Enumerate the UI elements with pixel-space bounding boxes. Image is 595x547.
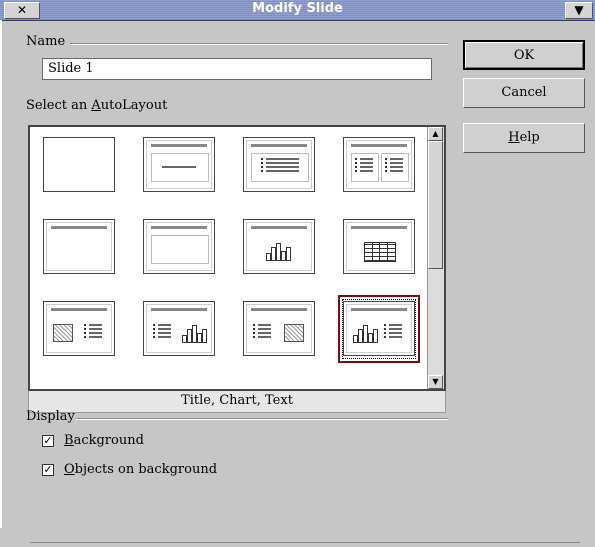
autolayout-list[interactable]: ▲ ▼ [28, 125, 446, 391]
layout-option-blank[interactable] [30, 127, 116, 203]
name-group-divider [70, 43, 448, 45]
display-group-label: Display [26, 409, 75, 424]
ok-button[interactable]: OK [463, 40, 585, 70]
cancel-button[interactable]: Cancel [463, 78, 585, 108]
vertical-scrollbar[interactable]: ▲ ▼ [427, 127, 444, 389]
selected-layout-caption: Title, Chart, Text [28, 391, 446, 413]
layout-thumbnail [43, 137, 115, 192]
layout-thumbnail [343, 219, 415, 274]
arrow-down-icon: ▼ [432, 377, 439, 386]
layout-option-title-chart[interactable] [230, 209, 316, 285]
arrow-up-icon: ▲ [432, 129, 439, 138]
help-button[interactable]: Help [463, 123, 585, 153]
scroll-up-button[interactable]: ▲ [428, 127, 443, 141]
layout-option-title-text-chart[interactable] [130, 291, 216, 367]
layout-option-title-only[interactable] [30, 209, 116, 285]
scroll-thumb[interactable] [428, 141, 443, 269]
autolayout-grid [30, 127, 428, 389]
window-title: Modify Slide [252, 1, 343, 16]
window-menu-button[interactable]: ▼ [565, 2, 593, 19]
layout-option-title-subtitle[interactable] [130, 127, 216, 203]
objects-on-background-checkbox-row[interactable]: ✓ Objects on background [42, 462, 262, 478]
bottom-divider [30, 542, 580, 547]
background-checkbox-label: Background [64, 433, 144, 448]
background-checkbox-row[interactable]: ✓ Background [42, 433, 242, 449]
autolayout-label-text: Select an AutoLayout [26, 98, 168, 113]
layout-thumbnail [143, 137, 215, 192]
title-bar[interactable]: ✕ Modify Slide ▼ [0, 0, 595, 21]
objects-on-background-checkbox-label: Objects on background [64, 462, 218, 477]
layout-option-title-chart-text[interactable] [330, 291, 420, 367]
slide-name-input[interactable]: Slide 1 [42, 58, 432, 80]
autolayout-label: Select an AutoLayout [26, 98, 167, 113]
layout-option-title-2list[interactable] [330, 127, 416, 203]
layout-thumbnail [243, 137, 315, 192]
layout-thumbnail [43, 301, 115, 356]
selection-highlight [338, 295, 420, 363]
layout-thumbnail [343, 137, 415, 192]
checkmark-icon: ✓ [43, 434, 53, 447]
layout-thumbnail [243, 301, 315, 356]
modify-slide-dialog: Name Slide 1 Select an AutoLayout ▲ ▼ Ti… [0, 20, 595, 543]
layout-option-title-list[interactable] [230, 127, 316, 203]
layout-option-title-text-clip[interactable] [230, 291, 316, 367]
layout-option-title-clip-text[interactable] [30, 291, 116, 367]
layout-thumbnail [43, 219, 115, 274]
layout-option-title-table[interactable] [330, 209, 416, 285]
layout-thumbnail [243, 219, 315, 274]
background-checkbox[interactable]: ✓ [42, 435, 54, 447]
display-group-divider [76, 418, 448, 420]
objects-on-background-checkbox[interactable]: ✓ [42, 464, 54, 476]
layout-thumbnail [143, 301, 215, 356]
checkmark-icon: ✓ [43, 463, 53, 476]
layout-thumbnail [143, 219, 215, 274]
layout-option-title-box[interactable] [130, 209, 216, 285]
chevron-down-icon: ▼ [574, 3, 584, 17]
scroll-down-button[interactable]: ▼ [428, 375, 443, 389]
name-group-label: Name [26, 34, 66, 49]
